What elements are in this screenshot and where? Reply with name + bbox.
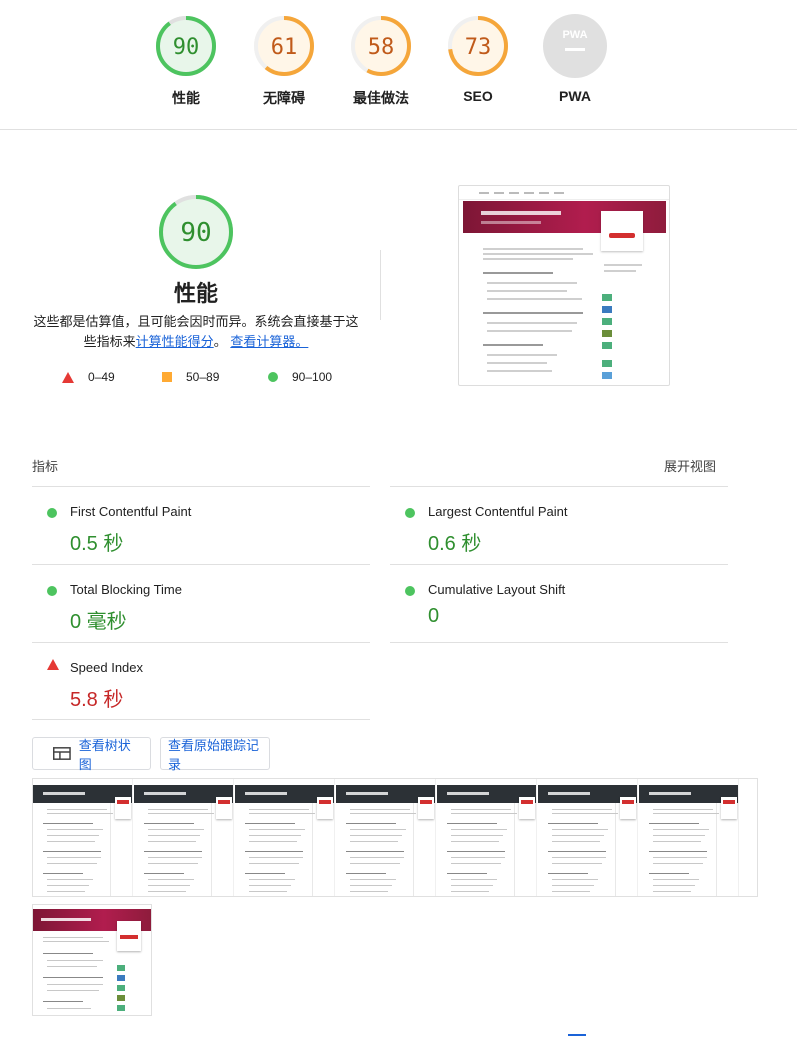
calculator-link[interactable]: 查看计算器。 (230, 334, 308, 349)
triangle-icon (62, 371, 74, 383)
metric-value: 0 (428, 605, 440, 627)
pwa-badge-icon: PWA (543, 14, 607, 78)
metric-lcp[interactable]: Largest Contentful Paint 0.6 秒 (390, 487, 728, 565)
score-ring: 61 (254, 16, 314, 76)
treemap-icon (53, 747, 71, 760)
pass-dot-icon (47, 508, 57, 518)
pass-dot-icon (405, 508, 415, 518)
final-screenshot[interactable] (458, 185, 670, 386)
metric-value: 5.8 秒 (70, 689, 124, 711)
performance-title: 性能 (173, 281, 218, 306)
square-icon (162, 372, 172, 382)
gauge-score: 90 (173, 35, 200, 60)
expand-view-toggle[interactable]: 展开视图 (664, 456, 716, 475)
metric-name: First Contentful Paint (70, 504, 192, 519)
gauge-pwa[interactable]: PWA PWA (535, 14, 615, 104)
metric-value: 0.5 秒 (70, 533, 124, 555)
trace-button-label: 查看原始跟踪记录 (168, 737, 260, 772)
gauge-label: 最佳做法 (353, 90, 409, 106)
calc-score-link[interactable]: 计算性能得分 (136, 334, 214, 349)
performance-description: 这些都是估算值，且可能会因时而异。系统会直接基于这些指标来计算性能得分。 查看计… (30, 312, 362, 352)
screenshot-nav (459, 186, 669, 200)
filmstrip-frame[interactable] (336, 779, 436, 896)
filmstrip-frame[interactable] (437, 779, 537, 896)
gauge-score: 73 (465, 35, 492, 60)
gauge-score: 61 (271, 35, 298, 60)
gauge-label: SEO (463, 88, 493, 104)
score-legend: 0–49 50–89 90–100 (0, 370, 400, 386)
gauge-best-practices[interactable]: 58 最佳做法 (341, 14, 421, 108)
filmstrip-frame[interactable] (639, 779, 739, 896)
metric-value: 0 毫秒 (70, 611, 127, 633)
performance-score: 90 (180, 218, 211, 248)
legend-pass: 90–100 (268, 370, 332, 384)
metric-cls[interactable]: Cumulative Layout Shift 0 (390, 565, 728, 643)
description-punct: 。 (213, 334, 227, 349)
gauge-accessibility[interactable]: 61 无障碍 (244, 14, 324, 108)
legend-average: 50–89 (162, 370, 219, 384)
metric-name: Speed Index (70, 660, 144, 675)
divider (380, 250, 381, 320)
metric-name: Cumulative Layout Shift (428, 582, 566, 597)
filmstrip (32, 778, 758, 897)
legend-fail-label: 0–49 (88, 370, 115, 384)
gauge-seo[interactable]: 73 SEO (438, 14, 518, 104)
treemap-button[interactable]: 查看树状图 (32, 737, 151, 772)
pass-dot-icon (47, 586, 57, 596)
score-ring: 73 (448, 16, 508, 76)
filmstrip-frame[interactable] (235, 779, 335, 896)
category-gauges: 90 性能 61 无障碍 58 最佳做法 73 SEO PWA PWA (0, 0, 797, 130)
metric-speed-index[interactable]: Speed Index 5.8 秒 (32, 643, 370, 721)
metric-name: Total Blocking Time (70, 582, 182, 597)
gauge-label: 无障碍 (263, 90, 305, 106)
metrics-title: 指标 (32, 459, 59, 474)
score-ring: 58 (351, 16, 411, 76)
score-ring: 90 (156, 16, 216, 76)
treemap-button-label: 查看树状图 (78, 737, 131, 772)
svg-text:PWA: PWA (562, 29, 587, 41)
gauge-score: 58 (368, 35, 395, 60)
legend-average-label: 50–89 (186, 370, 220, 384)
gauge-performance[interactable]: 90 性能 (146, 14, 226, 108)
pass-dot-icon (405, 586, 415, 596)
filmstrip-frame[interactable] (134, 779, 234, 896)
metric-fcp[interactable]: First Contentful Paint 0.5 秒 (32, 487, 370, 565)
legend-fail: 0–49 (62, 370, 115, 384)
circle-icon (268, 372, 278, 382)
metric-name: Largest Contentful Paint (428, 504, 568, 519)
gauge-label: PWA (559, 88, 591, 104)
link-underline (568, 1034, 586, 1036)
performance-gauge-large: 90 (156, 192, 236, 277)
fail-triangle-icon (47, 659, 59, 670)
metric-tbt[interactable]: Total Blocking Time 0 毫秒 (32, 565, 370, 643)
legend-pass-label: 90–100 (292, 370, 333, 384)
filmstrip-frame[interactable] (538, 779, 638, 896)
filmstrip-frame-final[interactable] (32, 904, 152, 1016)
filmstrip-frame[interactable] (33, 779, 133, 896)
gauge-label: 性能 (172, 90, 200, 106)
screenshot-side-card (601, 211, 643, 251)
metric-value: 0.6 秒 (428, 533, 482, 555)
trace-button[interactable]: 查看原始跟踪记录 (160, 737, 270, 772)
score-ring: 90 (159, 195, 233, 269)
